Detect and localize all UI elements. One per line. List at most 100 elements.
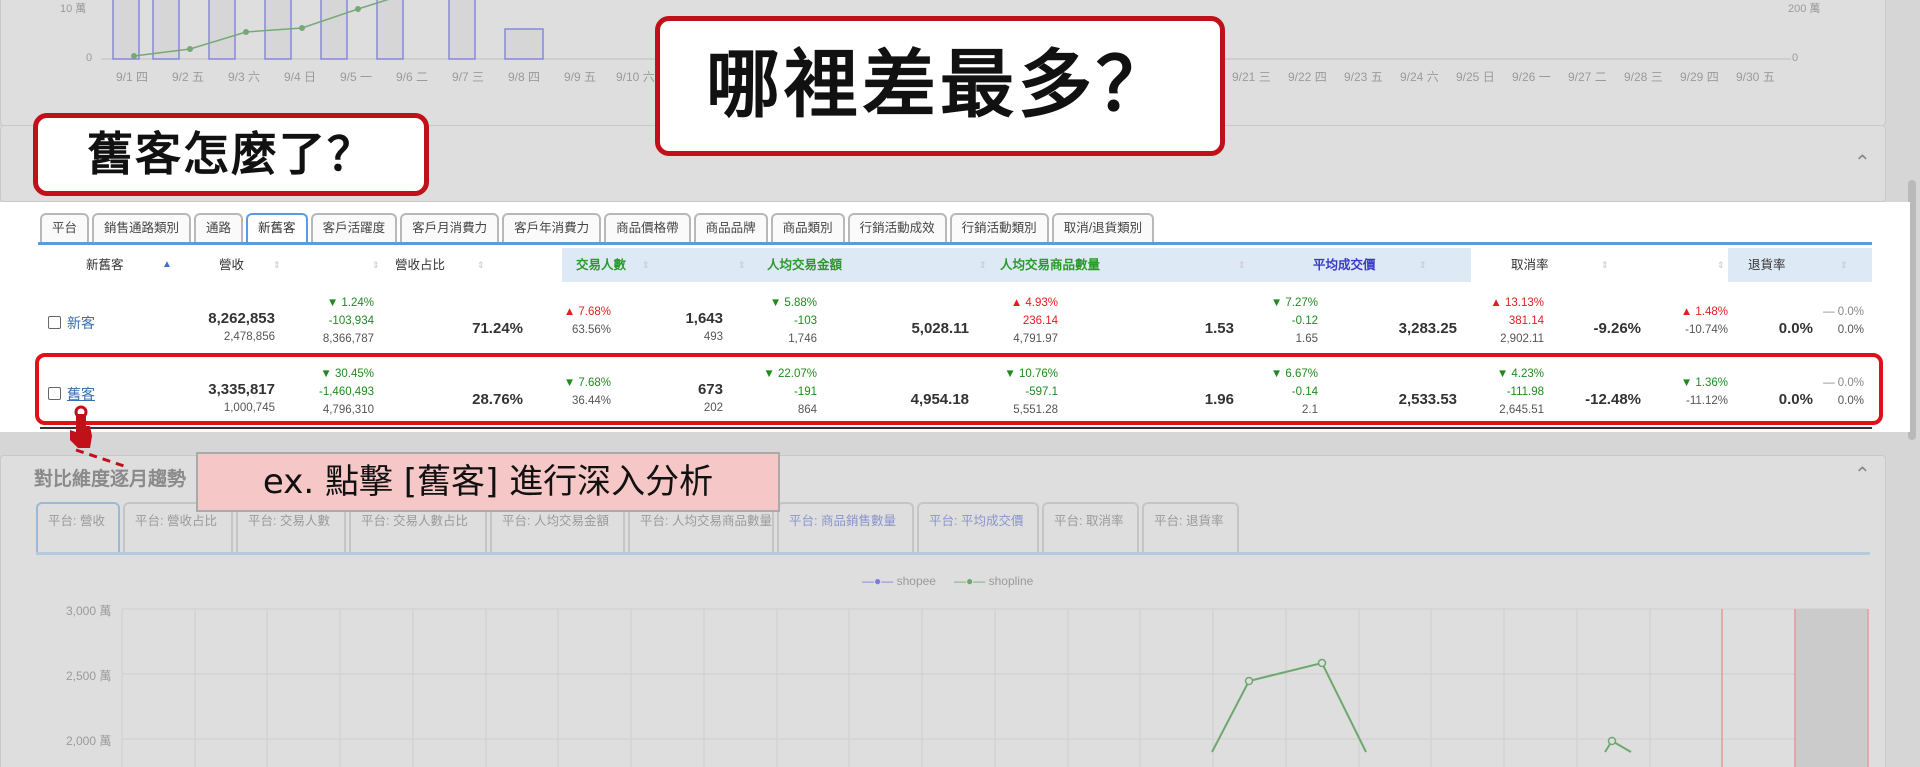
- return-rate-value: 0.0%: [1778, 320, 1813, 337]
- col-header-avg-order[interactable]: 平均成交價 ⇕: [1249, 248, 1471, 282]
- collapse-chevron-icon[interactable]: ⌃: [1854, 462, 1871, 486]
- tab-price-band[interactable]: 商品價格帶: [604, 213, 691, 242]
- y-tick: 2,500 萬: [66, 669, 112, 683]
- avg-spend-change-pct: ▲ 4.93%: [1010, 297, 1058, 309]
- x-tick: 9/8 四: [508, 70, 541, 84]
- tab-platform[interactable]: 平台: [40, 213, 90, 242]
- avg-order-change-pct: ▲ 13.13%: [1490, 297, 1544, 309]
- sort-icon[interactable]: ⇕: [1601, 248, 1609, 282]
- avg-spend-base: 4,791.97: [1013, 333, 1058, 345]
- tab-platform-return-rate[interactable]: 平台: 退貨率: [1142, 502, 1239, 554]
- col-header-avg-spend[interactable]: 人均交易金額 ⇕: [749, 248, 990, 282]
- sort-icon[interactable]: ⇕: [372, 248, 380, 282]
- table-header: 新舊客 ▲ 營收 ⇕ ⇕ 營收占比 ⇕ 交易人數 ⇕ ⇕ 人均交易金額 ⇕ 人均…: [40, 248, 1872, 282]
- tab-platform-cancel-rate[interactable]: 平台: 取消率: [1042, 502, 1139, 554]
- legend-shopee-line-icon: —●—: [862, 574, 894, 588]
- collapse-chevron-icon[interactable]: ⌃: [1854, 150, 1871, 174]
- sort-icon[interactable]: ⇕: [273, 248, 281, 282]
- avg-spend-value: 5,028.11: [911, 320, 969, 337]
- x-tick: 9/5 一: [340, 70, 373, 84]
- tab-customer-activity[interactable]: 客戶活躍度: [310, 213, 398, 242]
- tab-yearly-spend[interactable]: 客戶年消費力: [502, 213, 602, 242]
- tab-category[interactable]: 商品類別: [770, 213, 845, 242]
- tab-underline: [38, 242, 1872, 245]
- cancel-base: -10.74%: [1685, 324, 1728, 336]
- revenue-change-diff: -103,934: [328, 315, 374, 327]
- hint-drilldown: ex. 點擊 [舊客] 進行深入分析: [196, 452, 780, 512]
- avg-qty-change-diff: -0.12: [1291, 315, 1318, 327]
- sort-icon[interactable]: ⇕: [738, 248, 746, 282]
- col-header-revenue[interactable]: 營收 ⇕: [177, 248, 284, 282]
- table-row-new-customer: 新客 8,262,853 2,478,856 ▼ 1.24% -103,934 …: [40, 289, 1872, 355]
- cancel-rate-value: -9.26%: [1593, 320, 1641, 337]
- col-header-share-compare[interactable]: [489, 248, 562, 282]
- col-header-cancel-compare[interactable]: ⇕: [1612, 248, 1728, 282]
- x-tick: 9/21 三: [1232, 70, 1271, 84]
- pointer-hand-icon: [70, 405, 124, 468]
- tab-brand[interactable]: 商品品牌: [693, 213, 768, 242]
- callout-biggest-gap: 哪裡差最多？: [655, 16, 1225, 156]
- col-header-revenue-share[interactable]: 營收占比 ⇕: [383, 248, 489, 282]
- y-tick-right-0: 0: [1792, 52, 1799, 64]
- x-tick: 9/29 四: [1680, 70, 1719, 84]
- x-tick: 9/26 一: [1512, 70, 1551, 84]
- legend-shopline-line-icon: —●—: [954, 574, 986, 588]
- col-header-cancel-rate[interactable]: 取消率 ⇕: [1471, 248, 1612, 282]
- legend-shopline[interactable]: —●— shopline: [954, 574, 1033, 588]
- return-change-pct: — 0.0%: [1823, 306, 1864, 318]
- col-header-avg-qty[interactable]: 人均交易商品數量 ⇕: [990, 248, 1249, 282]
- sort-icon[interactable]: ⇕: [1717, 248, 1725, 282]
- col-header-buyers[interactable]: 交易人數 ⇕: [562, 248, 654, 282]
- buyers-change-diff: -103: [793, 315, 817, 327]
- table-bottom-border: [40, 427, 1872, 429]
- x-tick: 9/25 日: [1456, 70, 1495, 84]
- sort-asc-icon[interactable]: ▲: [162, 248, 172, 282]
- x-tick: 9/22 四: [1288, 70, 1327, 84]
- sort-icon[interactable]: ⇕: [642, 248, 650, 282]
- avg-order-value: 3,283.25: [1398, 320, 1457, 337]
- x-tick: 9/9 五: [564, 70, 597, 84]
- x-tick: 9/6 二: [396, 70, 429, 84]
- return-base: 0.0%: [1837, 324, 1864, 336]
- col-header-buyers-compare[interactable]: ⇕: [654, 248, 749, 282]
- avg-qty-base: 1.65: [1295, 333, 1318, 345]
- revenue-value: 8,262,853: [208, 310, 275, 327]
- x-tick: 9/1 四: [116, 70, 149, 84]
- tab-new-old-customer[interactable]: 新舊客: [246, 213, 308, 242]
- x-tick: 9/27 二: [1568, 70, 1607, 84]
- y-tick-left-0: 0: [86, 52, 93, 64]
- buyers-change-pct: ▼ 5.88%: [769, 297, 817, 309]
- x-tick: 9/4 日: [284, 70, 317, 84]
- legend-shopee[interactable]: —●— shopee: [862, 574, 936, 588]
- col-header-revenue-compare[interactable]: ⇕: [284, 248, 383, 282]
- tab-channel-category[interactable]: 銷售通路類別: [92, 213, 192, 242]
- avg-qty-value: 1.53: [1204, 320, 1234, 337]
- buyers-prev: 493: [703, 331, 723, 343]
- tab-cancel-return-category[interactable]: 取消/退貨類別: [1051, 213, 1155, 242]
- sort-icon[interactable]: ⇕: [979, 248, 987, 282]
- x-tick: 9/10 六: [616, 70, 655, 84]
- y-tick-right-200: 200 萬: [1788, 3, 1821, 15]
- x-tick: 9/7 三: [452, 70, 485, 84]
- avg-order-change-diff: 381.14: [1508, 315, 1544, 327]
- cancel-change-pct: ▲ 1.48%: [1680, 306, 1728, 318]
- tab-platform-revenue[interactable]: 平台: 營收: [36, 502, 120, 554]
- tab-channel[interactable]: 通路: [194, 213, 244, 242]
- revenue-share-value: 71.24%: [472, 320, 523, 337]
- sort-icon[interactable]: ⇕: [477, 248, 485, 282]
- avg-spend-change-diff: 236.14: [1022, 315, 1058, 327]
- avg-qty-change-pct: ▼ 7.27%: [1270, 297, 1318, 309]
- old-customer-row-highlight: [35, 353, 1883, 425]
- tab-monthly-spend[interactable]: 客戶月消費力: [400, 213, 500, 242]
- tab-platform-sales-qty[interactable]: 平台: 商品銷售數量: [777, 502, 914, 554]
- tab-platform-avg-order[interactable]: 平台: 平均成交價: [917, 502, 1039, 554]
- sort-icon[interactable]: ⇕: [1238, 248, 1246, 282]
- sort-icon[interactable]: ⇕: [1840, 248, 1848, 282]
- tab-campaign-performance[interactable]: 行銷活動成效: [847, 213, 947, 242]
- segment-link-new[interactable]: 新客: [67, 313, 95, 333]
- tab-campaign-category[interactable]: 行銷活動類別: [949, 213, 1049, 242]
- col-header-segment[interactable]: 新舊客 ▲: [40, 248, 177, 282]
- row-checkbox[interactable]: [48, 316, 61, 329]
- sort-icon[interactable]: ⇕: [1419, 248, 1427, 282]
- col-header-return-rate[interactable]: 退貨率 ⇕: [1728, 248, 1872, 282]
